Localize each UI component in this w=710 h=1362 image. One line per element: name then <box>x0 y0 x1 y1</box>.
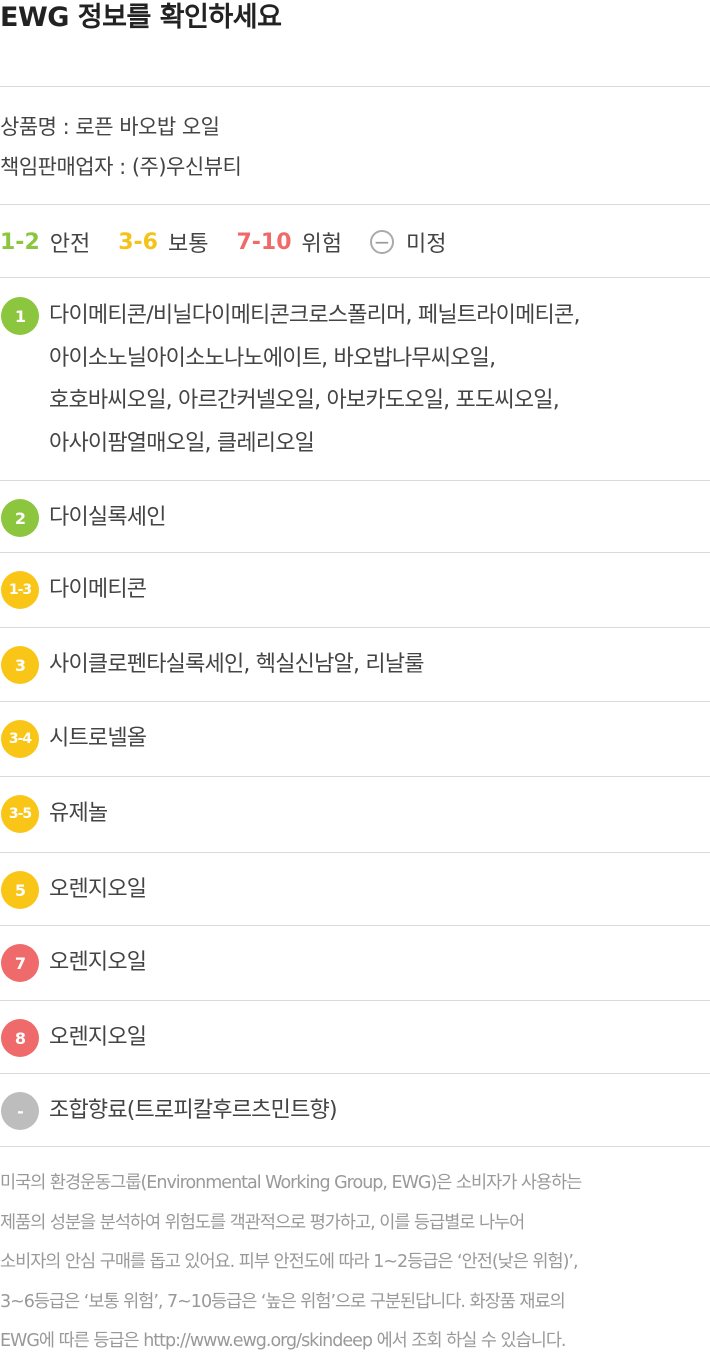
legend-moderate-label: 보통 <box>167 232 209 257</box>
grade-badge: 2 <box>1 499 39 537</box>
ingredient-line: 아사이팜열매오일, 클레리오일 <box>49 430 315 456</box>
note-line: 제품의 성분을 분석하여 위험도를 객관적으로 평가하고, 이를 등급별로 나누… <box>0 1212 525 1233</box>
ingredient-line: 호호바씨오일, 아르간커넬오일, 아보카도오일, 포도씨오일, <box>49 388 560 413</box>
ingredient-names: 오렌지오일 <box>49 869 710 912</box>
divider <box>0 204 710 205</box>
grade-badge: 1 <box>1 297 39 335</box>
product-name: 상품명 : 로픈 바오밥 오일 <box>0 115 220 139</box>
grade-badge: 7 <box>1 944 39 982</box>
ingredient-line: 다이메티콘 <box>49 577 147 602</box>
legend-safe-label: 안전 <box>49 232 91 257</box>
note-line: 3~6등급은 ‘보통 위험’, 7~10등급은 ‘높은 위험’으로 구분된답니다… <box>0 1291 566 1312</box>
grade-legend: 1-2 안전 3-6 보통 7-10 위험 − 미정 <box>0 222 475 262</box>
note-line: EWG에 따른 등급은 http://www.ewg.org/skindeep … <box>0 1331 567 1351</box>
ingredient-row: - 조합향료(트로피칼후르츠민트향) <box>0 1073 710 1147</box>
page-title: EWG 정보를 확인하세요 <box>0 2 282 33</box>
note-line: 미국의 환경운동그룹(Environmental Working Group, … <box>0 1173 582 1193</box>
grade-badge: 3 <box>1 646 39 684</box>
ingredient-names: 오렌지오일 <box>49 942 710 985</box>
ingredient-line: 오렌지오일 <box>49 1025 147 1050</box>
ingredient-names: 사이클로펜타실록세인, 헥실신남알, 리날룰 <box>49 644 710 687</box>
ingredient-row: 3 사이클로펜타실록세인, 헥실신남알, 리날룰 <box>0 627 710 702</box>
ingredient-names: 시트로넬올 <box>49 718 710 761</box>
divider <box>0 1146 710 1147</box>
ingredient-names: 유제놀 <box>49 793 710 836</box>
ingredient-names: 다이메티콘 <box>49 569 710 612</box>
ingredient-names: 오렌지오일 <box>49 1017 710 1060</box>
ingredient-line: 다이메티콘/비닐다이메티콘크로스폴리머, 페닐트라이메티콘, <box>49 303 580 328</box>
grade-badge: 3-4 <box>1 720 39 758</box>
ingredient-row: 3-5 유제놀 <box>0 776 710 853</box>
ingredient-line: 오렌지오일 <box>49 950 147 975</box>
grade-badge: 5 <box>1 871 39 909</box>
legend-none-label: 미정 <box>406 232 447 257</box>
note-line: 소비자의 안심 구매를 돕고 있어요. 피부 안전도에 따라 1~2등급은 ‘안… <box>0 1252 579 1272</box>
grade-badge: - <box>1 1092 39 1130</box>
product-info: 상품명 : 로픈 바오밥 오일 책임판매업자 : (주)우신뷰티 <box>0 107 242 187</box>
legend-moderate-range: 3-6 <box>118 229 158 255</box>
ingredient-line: 아이소노닐아이소노나노에이트, 바오밥나무씨오일, <box>49 345 496 371</box>
ingredient-line: 시트로넬올 <box>49 726 147 751</box>
grade-badge: 8 <box>1 1019 39 1057</box>
ingredient-row: 7 오렌지오일 <box>0 925 710 1001</box>
ingredient-line: 다이실록세인 <box>49 505 166 530</box>
ingredient-names: 다이실록세인 <box>49 497 710 540</box>
legend-high-range: 7-10 <box>236 229 292 255</box>
product-seller: 책임판매업자 : (주)우신뷰티 <box>0 155 242 179</box>
ingredient-line: 오렌지오일 <box>49 877 147 902</box>
ingredient-row: 5 오렌지오일 <box>0 852 710 926</box>
minus-circle-icon: − <box>370 230 395 254</box>
ingredient-line: 유제놀 <box>49 801 108 826</box>
legend-safe-range: 1-2 <box>0 229 40 255</box>
ingredient-names: 조합향료(트로피칼후르츠민트향) <box>49 1090 710 1133</box>
divider <box>0 86 710 87</box>
ingredient-row: 2 다이실록세인 <box>0 480 710 553</box>
ingredient-row: 1 다이메티콘/비닐다이메티콘크로스폴리머, 페닐트라이메티콘, 아이소노닐아이소노… <box>0 278 710 481</box>
ingredient-row: 3-4 시트로넬올 <box>0 701 710 777</box>
grade-badge: 3-5 <box>1 795 39 833</box>
ewg-note: 미국의 환경운동그룹(Environmental Working Group, … <box>0 1164 710 1362</box>
legend-high-label: 위험 <box>301 232 343 257</box>
ingredient-row: 8 오렌지오일 <box>0 1000 710 1074</box>
grade-badge: 1-3 <box>1 571 39 609</box>
ingredient-line: 사이클로펜타실록세인, 헥실신남알, 리날룰 <box>49 652 425 677</box>
ingredient-names: 다이메티콘/비닐다이메티콘크로스폴리머, 페닐트라이메티콘, 아이소노닐아이소노나… <box>49 295 710 465</box>
ingredient-row: 1-3 다이메티콘 <box>0 552 710 628</box>
ingredient-line: 조합향료(트로피칼후르츠민트향) <box>49 1098 338 1123</box>
